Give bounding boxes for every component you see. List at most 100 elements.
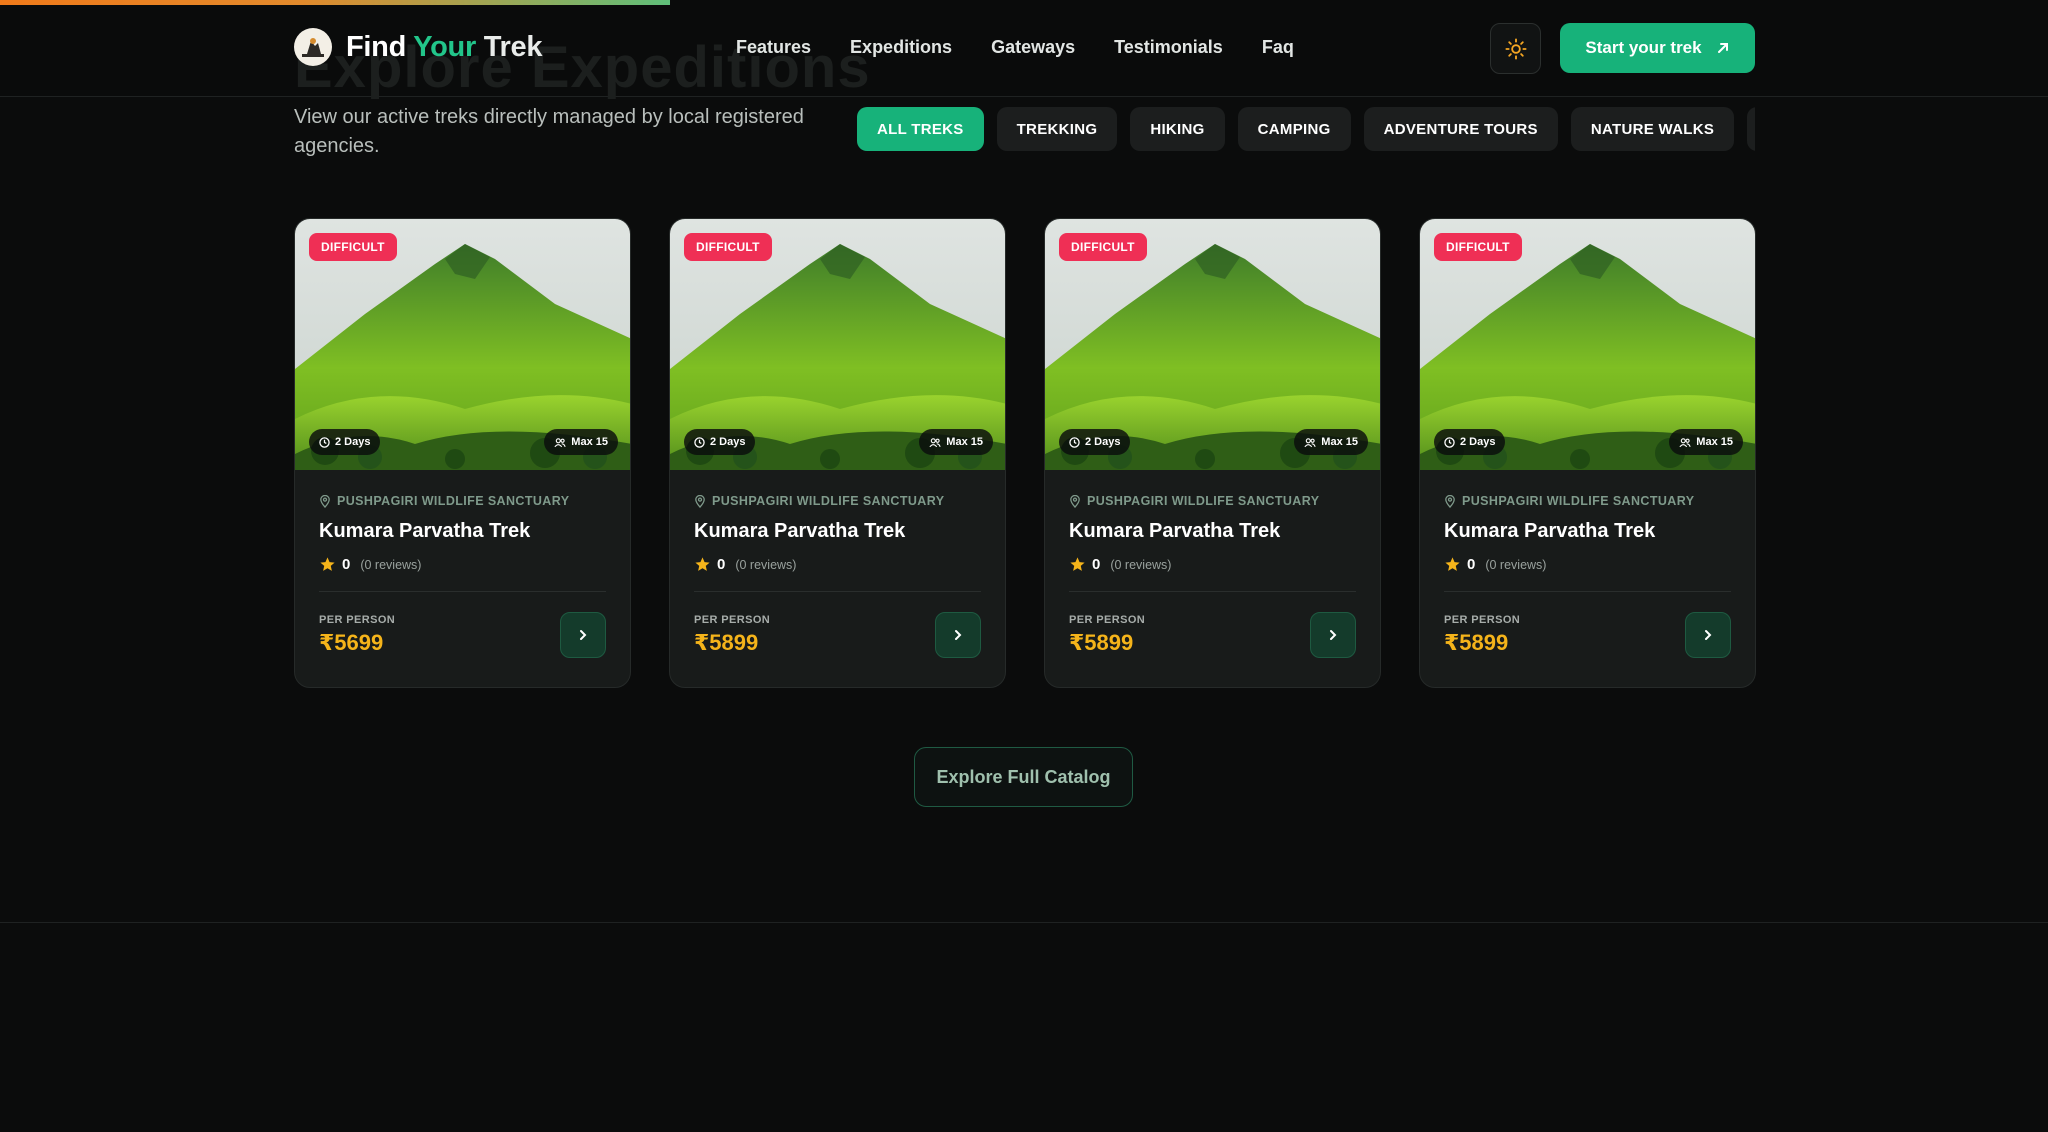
trek-image: DIFFICULT 2 Days Max 15 bbox=[1420, 219, 1755, 470]
filter-hiking[interactable]: HIKING bbox=[1130, 107, 1225, 151]
filter-trekking[interactable]: TREKKING bbox=[996, 107, 1118, 151]
duration-pill: 2 Days bbox=[684, 429, 756, 455]
main-nav: Features Expeditions Gateways Testimonia… bbox=[736, 37, 1333, 58]
chevron-right-icon bbox=[1330, 630, 1337, 640]
trek-card-body: PUSHPAGIRI WILDLIFE SANCTUARY Kumara Par… bbox=[1420, 470, 1755, 658]
group-size-text: Max 15 bbox=[571, 436, 608, 448]
group-size-text: Max 15 bbox=[1321, 436, 1358, 448]
difficulty-badge: DIFFICULT bbox=[1059, 233, 1147, 261]
section-divider bbox=[0, 922, 2048, 923]
star-icon bbox=[695, 557, 710, 571]
clock-icon bbox=[1069, 436, 1080, 448]
trek-price: ₹5699 bbox=[319, 630, 384, 655]
trek-card[interactable]: DIFFICULT 2 Days Max 15 PUSHPAGIRI WILDL… bbox=[294, 218, 631, 688]
star-icon bbox=[1445, 557, 1460, 571]
duration-pill: 2 Days bbox=[1059, 429, 1131, 455]
trek-card-grid: DIFFICULT 2 Days Max 15 PUSHPAGIRI WILDL… bbox=[294, 218, 1756, 688]
price-label: PER PERSON bbox=[1069, 614, 1146, 626]
users-icon bbox=[1679, 437, 1691, 447]
rating-score: 0 bbox=[717, 556, 726, 573]
map-pin-icon bbox=[1445, 494, 1455, 508]
map-pin-icon bbox=[695, 494, 705, 508]
price-label: PER PERSON bbox=[1444, 614, 1521, 626]
trek-rating: 0 (0 reviews) bbox=[1069, 556, 1356, 592]
trek-title: Kumara Parvatha Trek bbox=[319, 520, 531, 542]
price-row: PER PERSON ₹5699 bbox=[319, 612, 606, 658]
users-icon bbox=[554, 437, 566, 447]
star-icon bbox=[320, 557, 335, 571]
filter-nature-walks[interactable]: NATURE WALKS bbox=[1570, 107, 1735, 151]
trek-location: PUSHPAGIRI WILDLIFE SANCTUARY bbox=[1069, 494, 1356, 508]
view-trek-button[interactable] bbox=[560, 612, 606, 658]
nav-expeditions[interactable]: Expeditions bbox=[850, 37, 952, 58]
trek-rating: 0 (0 reviews) bbox=[319, 556, 606, 592]
start-trek-button[interactable]: Start your trek bbox=[1560, 23, 1755, 73]
duration-text: 2 Days bbox=[335, 436, 371, 448]
review-count: (0 reviews) bbox=[1485, 557, 1547, 572]
map-pin-icon bbox=[320, 494, 330, 508]
view-trek-button[interactable] bbox=[1685, 612, 1731, 658]
filter-adventure-tours[interactable]: ADVENTURE TOURS bbox=[1363, 107, 1558, 151]
trek-image: DIFFICULT 2 Days Max 15 bbox=[295, 219, 630, 470]
filter-all-treks[interactable]: ALL TREKS bbox=[857, 107, 984, 151]
review-count: (0 reviews) bbox=[1110, 557, 1172, 572]
trek-title: Kumara Parvatha Trek bbox=[694, 520, 906, 542]
rating-score: 0 bbox=[342, 556, 351, 573]
trek-location: PUSHPAGIRI WILDLIFE SANCTUARY bbox=[319, 494, 606, 508]
explore-catalog-button[interactable]: Explore Full Catalog bbox=[914, 747, 1133, 807]
view-trek-button[interactable] bbox=[935, 612, 981, 658]
difficulty-badge: DIFFICULT bbox=[1434, 233, 1522, 261]
clock-icon bbox=[694, 436, 705, 448]
group-size-pill: Max 15 bbox=[544, 429, 618, 455]
nav-testimonials[interactable]: Testimonials bbox=[1114, 37, 1223, 58]
clock-icon bbox=[319, 436, 330, 448]
trek-card[interactable]: DIFFICULT 2 Days Max 15 PUSHPAGIRI WILDL… bbox=[1419, 218, 1756, 688]
trek-location: PUSHPAGIRI WILDLIFE SANCTUARY bbox=[694, 494, 981, 508]
group-size-pill: Max 15 bbox=[1669, 429, 1743, 455]
brand-logo[interactable]: Find Your Trek bbox=[294, 28, 543, 66]
users-icon bbox=[1304, 437, 1316, 447]
duration-text: 2 Days bbox=[1085, 436, 1121, 448]
price-row: PER PERSON ₹5899 bbox=[1069, 612, 1356, 658]
map-pin-icon bbox=[1070, 494, 1080, 508]
location-text: PUSHPAGIRI WILDLIFE SANCTUARY bbox=[337, 494, 570, 508]
trek-image: DIFFICULT 2 Days Max 15 bbox=[1045, 219, 1380, 470]
trek-card-body: PUSHPAGIRI WILDLIFE SANCTUARY Kumara Par… bbox=[670, 470, 1005, 658]
trek-price: ₹5899 bbox=[1069, 630, 1134, 655]
sun-icon bbox=[1504, 37, 1527, 60]
trek-card[interactable]: DIFFICULT 2 Days Max 15 PUSHPAGIRI WILDL… bbox=[669, 218, 1006, 688]
logo-icon bbox=[294, 28, 332, 66]
price-label: PER PERSON bbox=[694, 614, 771, 626]
rating-score: 0 bbox=[1467, 556, 1476, 573]
filter-truncated[interactable]: W bbox=[1747, 107, 1755, 151]
trek-location: PUSHPAGIRI WILDLIFE SANCTUARY bbox=[1444, 494, 1731, 508]
scroll-progress-bar bbox=[0, 0, 2048, 5]
group-size-pill: Max 15 bbox=[1294, 429, 1368, 455]
users-icon bbox=[929, 437, 941, 447]
start-trek-label: Start your trek bbox=[1585, 38, 1702, 57]
location-text: PUSHPAGIRI WILDLIFE SANCTUARY bbox=[1462, 494, 1695, 508]
trek-card[interactable]: DIFFICULT 2 Days Max 15 PUSHPAGIRI WILDL… bbox=[1044, 218, 1381, 688]
review-count: (0 reviews) bbox=[360, 557, 422, 572]
filter-camping[interactable]: CAMPING bbox=[1237, 107, 1351, 151]
price-label: PER PERSON bbox=[319, 614, 396, 626]
category-filters: ALL TREKS TREKKING HIKING CAMPING ADVENT… bbox=[857, 107, 1755, 151]
duration-text: 2 Days bbox=[710, 436, 746, 448]
brand-name: Find Your Trek bbox=[346, 30, 543, 63]
nav-gateways[interactable]: Gateways bbox=[991, 37, 1075, 58]
price-row: PER PERSON ₹5899 bbox=[694, 612, 981, 658]
trek-card-body: PUSHPAGIRI WILDLIFE SANCTUARY Kumara Par… bbox=[1045, 470, 1380, 658]
site-header: Explore Expeditions Find Your Trek Featu… bbox=[0, 0, 2048, 100]
price-row: PER PERSON ₹5899 bbox=[1444, 612, 1731, 658]
chevron-right-icon bbox=[955, 630, 962, 640]
location-text: PUSHPAGIRI WILDLIFE SANCTUARY bbox=[1087, 494, 1320, 508]
nav-features[interactable]: Features bbox=[736, 37, 811, 58]
view-trek-button[interactable] bbox=[1310, 612, 1356, 658]
scroll-progress-fill bbox=[0, 0, 670, 5]
difficulty-badge: DIFFICULT bbox=[309, 233, 397, 261]
trek-image: DIFFICULT 2 Days Max 15 bbox=[670, 219, 1005, 470]
group-size-pill: Max 15 bbox=[919, 429, 993, 455]
trek-price: ₹5899 bbox=[694, 630, 759, 655]
theme-toggle-button[interactable] bbox=[1490, 23, 1541, 74]
nav-faq[interactable]: Faq bbox=[1262, 37, 1294, 58]
